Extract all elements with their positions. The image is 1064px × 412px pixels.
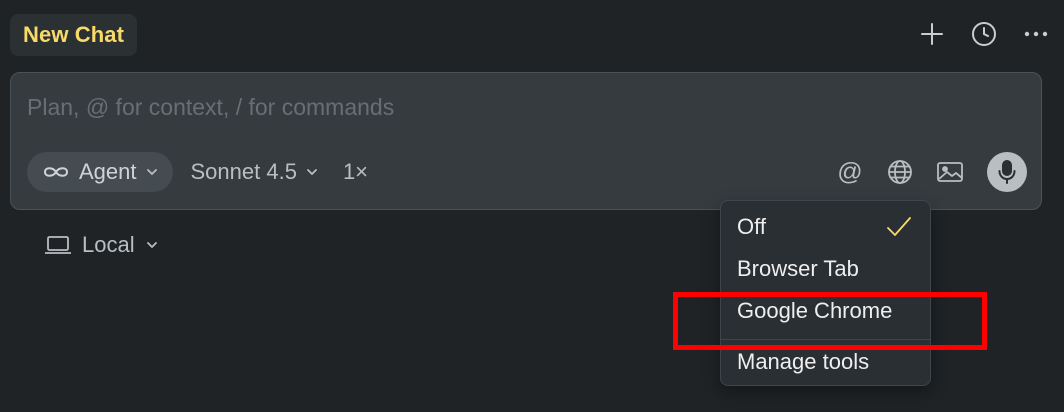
menu-item-google-chrome[interactable]: Google Chrome — [721, 291, 930, 331]
composer: Agent Sonnet 4.5 1× @ — [10, 72, 1042, 210]
multiplier-toggle[interactable]: 1× — [343, 159, 368, 185]
header-actions — [914, 16, 1054, 52]
menu-item-browser-tab[interactable]: Browser Tab — [721, 249, 930, 289]
mention-button[interactable]: @ — [829, 151, 871, 193]
new-chat-button[interactable] — [914, 16, 950, 52]
chevron-down-icon — [146, 169, 157, 175]
checkmark-icon — [887, 217, 911, 236]
agent-mode-label: Agent — [79, 159, 137, 184]
chevron-down-icon — [146, 242, 157, 248]
voice-input-button[interactable] — [987, 152, 1027, 192]
agent-mode-dropdown[interactable]: Agent — [27, 152, 173, 192]
chat-tab-title: New Chat — [23, 22, 125, 47]
menu-item-label: Google Chrome — [737, 298, 893, 323]
laptop-icon — [45, 236, 71, 254]
microphone-icon — [998, 160, 1016, 184]
menu-item-label: Browser Tab — [737, 256, 859, 281]
menu-item-label: Manage tools — [737, 349, 870, 374]
environment-dropdown[interactable]: Local — [44, 232, 159, 258]
plus-icon — [921, 23, 943, 45]
globe-icon — [888, 160, 912, 184]
chat-panel: New Chat Agent — [0, 0, 1064, 412]
model-dropdown[interactable]: Sonnet 4.5 — [191, 159, 319, 185]
more-icon — [1024, 31, 1048, 37]
menu-divider — [721, 339, 930, 340]
composer-tools: @ — [829, 151, 1027, 193]
model-label: Sonnet 4.5 — [190, 159, 297, 184]
menu-item-label: Off — [737, 214, 766, 239]
image-icon — [937, 162, 963, 182]
browser-tools-menu: Off Browser Tab Google Chrome Manage too… — [720, 200, 931, 386]
image-upload-button[interactable] — [929, 151, 971, 193]
history-icon — [972, 22, 996, 46]
environment-label: Local — [82, 232, 135, 257]
chat-tab[interactable]: New Chat — [10, 14, 138, 56]
more-button[interactable] — [1018, 16, 1054, 52]
history-button[interactable] — [966, 16, 1002, 52]
composer-toolbar: Agent Sonnet 4.5 1× @ — [27, 151, 1027, 193]
menu-item-manage-tools[interactable]: Manage tools — [721, 342, 930, 382]
infinity-icon — [43, 167, 69, 177]
at-icon: @ — [837, 157, 863, 186]
browser-tools-button[interactable] — [879, 151, 921, 193]
chevron-down-icon — [307, 169, 317, 175]
menu-item-off[interactable]: Off — [721, 207, 930, 247]
chat-input[interactable] — [27, 89, 1007, 125]
